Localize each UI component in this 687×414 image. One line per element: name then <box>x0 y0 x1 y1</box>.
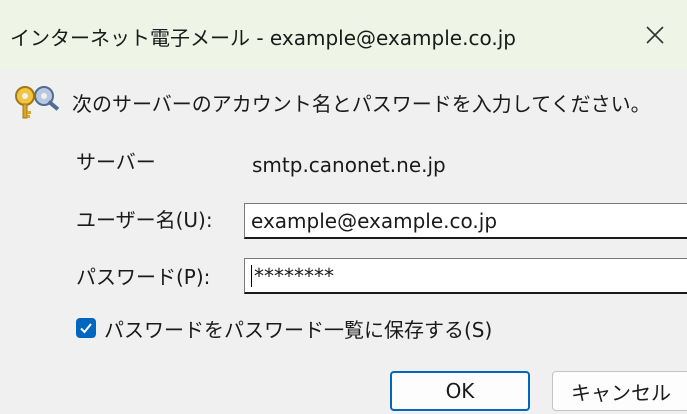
prompt-row: 次のサーバーのアカウント名とパスワードを入力してください。 <box>12 84 651 120</box>
close-button[interactable] <box>623 0 687 70</box>
text-caret <box>251 264 252 287</box>
password-value: ******** <box>254 263 334 288</box>
server-value: smtp.canonet.ne.jp <box>244 147 687 183</box>
close-icon <box>646 26 664 44</box>
window-title: インターネット電子メール - example@example.co.jp <box>10 26 516 50</box>
password-label: パスワード(P): <box>76 265 211 289</box>
save-password-label: パスワードをパスワード一覧に保存する(S) <box>104 317 493 342</box>
username-label: ユーザー名(U): <box>76 208 213 232</box>
ok-button[interactable]: OK <box>390 371 530 411</box>
password-field[interactable]: ******** <box>244 258 687 294</box>
cancel-button[interactable]: キャンセル <box>552 371 687 411</box>
keys-icon <box>15 86 60 119</box>
server-label: サーバー <box>76 150 156 174</box>
save-password-row[interactable]: パスワードをパスワード一覧に保存する(S) <box>76 314 492 342</box>
prompt-text: 次のサーバーのアカウント名とパスワードを入力してください。 <box>72 91 651 116</box>
title-bar: インターネット電子メール - example@example.co.jp <box>0 0 687 70</box>
save-password-checkbox[interactable] <box>76 318 96 338</box>
username-field[interactable]: example@example.co.jp <box>244 203 687 239</box>
checkmark-icon <box>80 323 92 334</box>
